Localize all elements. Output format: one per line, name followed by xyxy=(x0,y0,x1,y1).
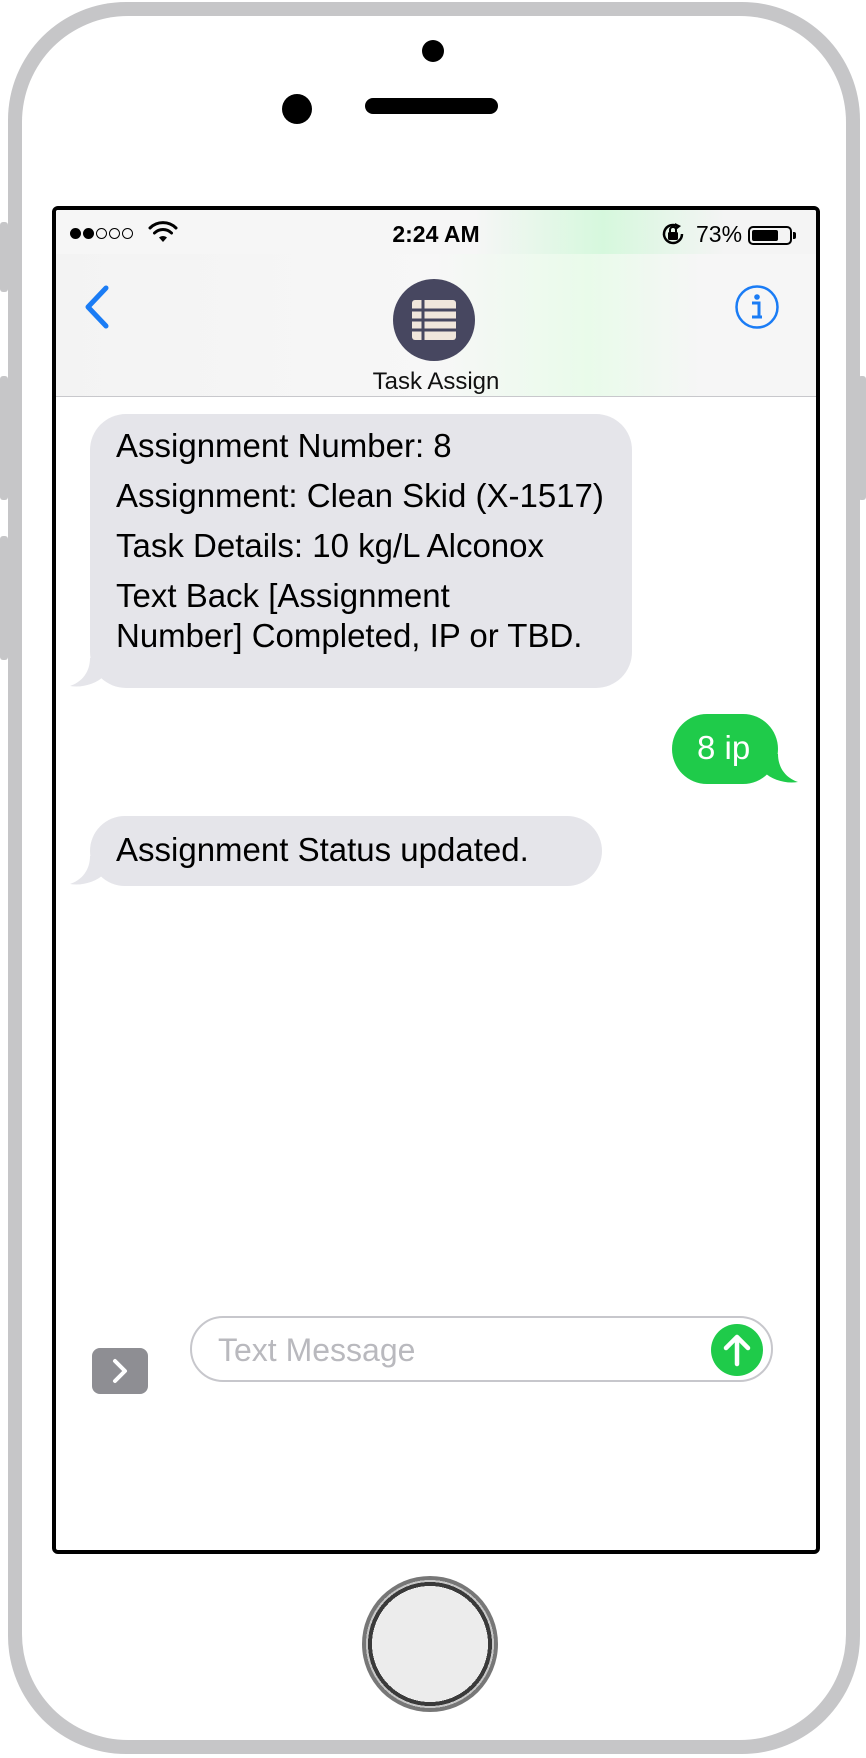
proximity-sensor xyxy=(422,40,444,62)
apps-button[interactable] xyxy=(92,1348,148,1394)
send-button[interactable] xyxy=(711,1324,763,1376)
info-icon[interactable] xyxy=(734,284,780,330)
incoming-message[interactable]: Assignment Status updated. xyxy=(70,816,602,886)
bubble-tail xyxy=(70,658,104,687)
contact-avatar[interactable] xyxy=(393,279,475,361)
message-input-field[interactable] xyxy=(190,1316,773,1382)
message-line: Text Back [Assignment xyxy=(116,577,450,614)
volume-down-button xyxy=(0,536,8,660)
battery-icon xyxy=(748,226,792,245)
message-line: 8 ip xyxy=(697,729,751,766)
message-line: Assignment Number: 8 xyxy=(116,427,452,464)
power-button xyxy=(858,376,866,500)
chevron-left-icon[interactable] xyxy=(78,282,118,332)
rotation-lock-icon xyxy=(662,223,684,245)
mute-switch xyxy=(0,222,8,292)
message-line: Number] Completed, IP or TBD. xyxy=(116,617,583,654)
incoming-message[interactable]: Assignment Number: 8 Assignment: Clean S… xyxy=(70,414,632,688)
message-line: Assignment: Clean Skid (X-1517) xyxy=(116,477,604,514)
outgoing-message[interactable]: 8 ip xyxy=(672,714,798,784)
conversation-header: Task Assign xyxy=(56,254,816,397)
chevron-right-icon xyxy=(113,1359,127,1383)
bubble-tail xyxy=(70,856,104,885)
message-line: Task Details: 10 kg/L Alconox xyxy=(116,527,545,564)
earpiece-speaker xyxy=(365,98,498,114)
status-bar: 2:24 AM 73% xyxy=(56,210,816,254)
arrow-up-icon xyxy=(723,1334,751,1367)
battery-cap xyxy=(793,232,796,239)
battery-percentage: 73% xyxy=(696,221,743,247)
bubble-tail xyxy=(764,754,798,783)
front-camera xyxy=(282,94,312,124)
list-icon xyxy=(412,300,456,340)
screen: 2:24 AM 73% Task Assign Assignment Numbe… xyxy=(52,206,820,1554)
home-button[interactable] xyxy=(362,1576,498,1712)
contact-name[interactable]: Task Assign xyxy=(56,368,816,396)
volume-up-button xyxy=(0,376,8,500)
message-line: Assignment Status updated. xyxy=(116,831,529,868)
message-input[interactable] xyxy=(216,1318,690,1382)
